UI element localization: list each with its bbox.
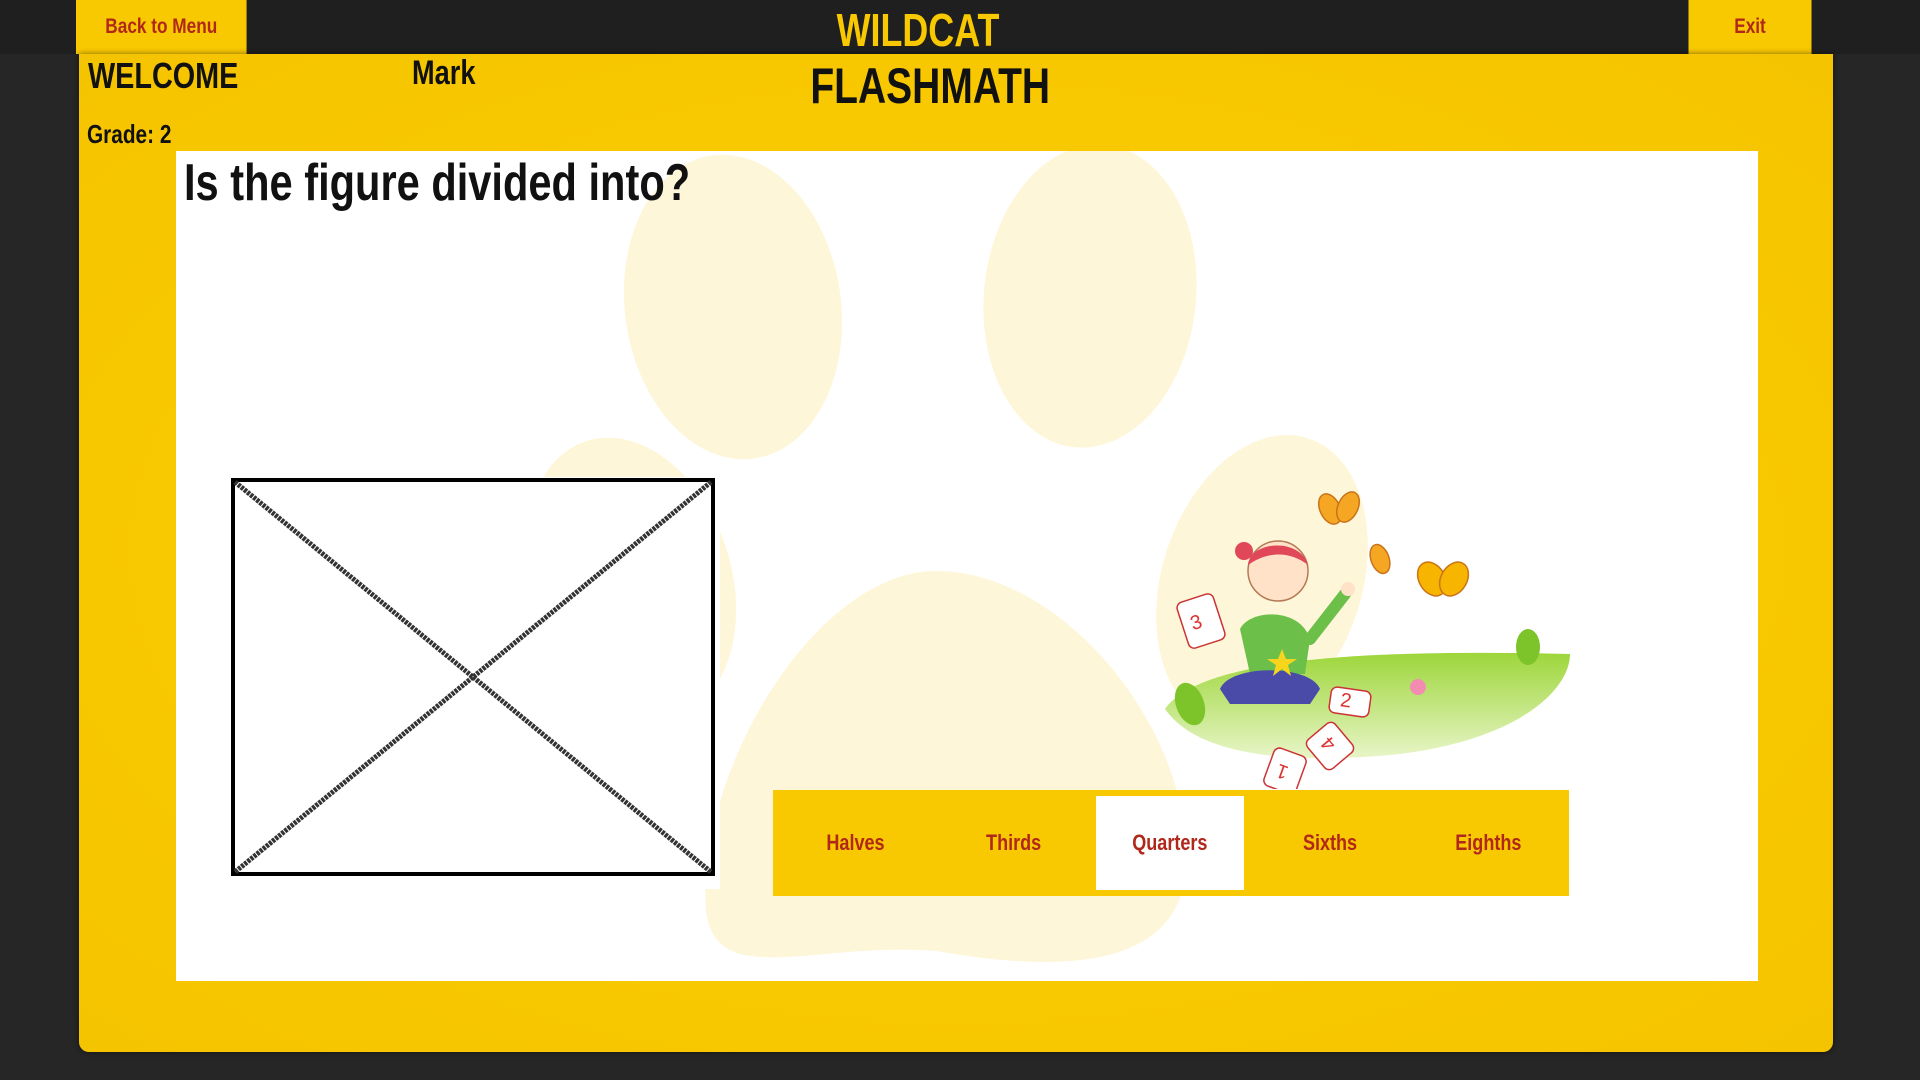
answer-options-bar: Halves Thirds Quarters Sixths Eighths: [773, 790, 1569, 896]
answer-eighths-button[interactable]: Eighths: [1414, 796, 1562, 890]
brand-title-wildcat: WILDCAT: [836, 4, 1000, 56]
grade-label: Grade: 2: [87, 119, 172, 149]
user-name: Mark: [412, 54, 476, 92]
child-with-number-cards-icon: 3214: [1165, 491, 1570, 789]
answer-sixths-button[interactable]: Sixths: [1256, 796, 1404, 890]
question-prompt: Is the figure divided into?: [184, 154, 691, 212]
answer-halves-button[interactable]: Halves: [781, 796, 929, 890]
answer-quarters-button[interactable]: Quarters: [1096, 796, 1244, 890]
answer-label: Sixths: [1302, 830, 1358, 855]
answer-label: Eighths: [1454, 830, 1522, 855]
answer-label: Thirds: [986, 830, 1042, 855]
back-to-menu-label: Back to Menu: [105, 15, 218, 38]
welcome-label: WELCOME: [88, 55, 239, 96]
answer-label: Quarters: [1132, 830, 1208, 855]
exit-button[interactable]: Exit: [1688, 0, 1812, 54]
answer-thirds-button[interactable]: Thirds: [940, 796, 1088, 890]
brand-title-flashmath: FLASHMATH: [810, 58, 1051, 114]
rectangle-with-diagonals-icon: [230, 477, 720, 889]
back-to-menu-button[interactable]: Back to Menu: [76, 0, 247, 54]
exit-label: Exit: [1734, 15, 1766, 38]
answer-label: Halves: [825, 830, 885, 855]
